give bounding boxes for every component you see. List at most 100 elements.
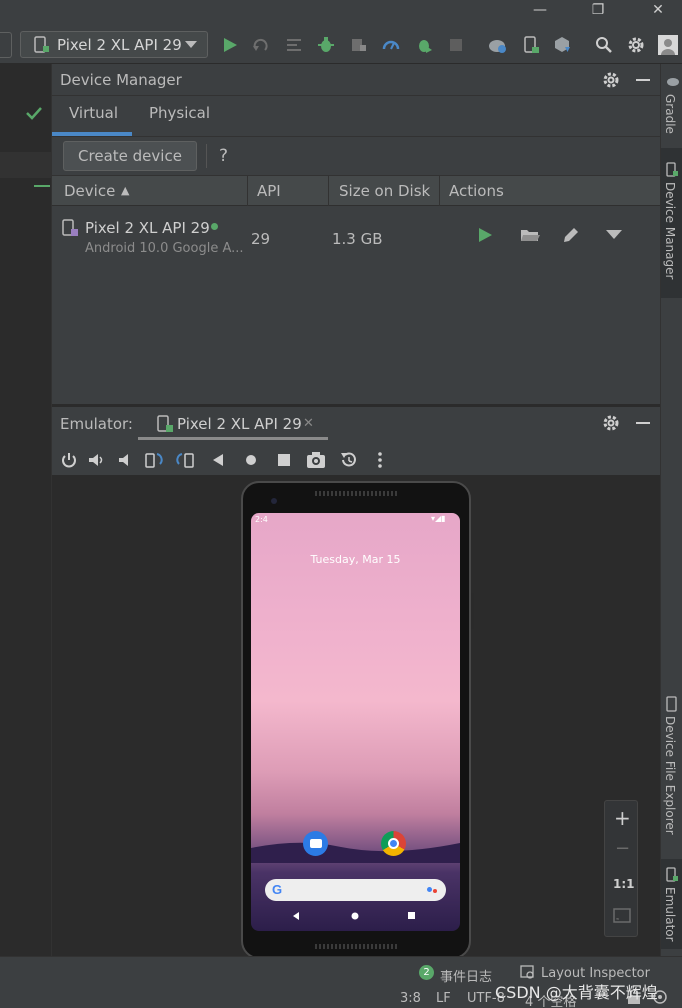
create-device-button[interactable]: Create device [63,141,197,171]
close-tab-icon[interactable]: ✕ [303,416,314,431]
phone-icon [666,162,678,177]
google-g-icon: G [272,882,283,897]
divider [52,136,660,137]
editor-gutter [0,64,52,956]
column-header-device[interactable]: Device [64,182,115,200]
assistant-icon [433,889,437,893]
sort-ascending-icon: ▲ [121,184,130,197]
front-camera [271,498,277,504]
zoom-controls: + − 1:1 [604,800,638,937]
nav-overview-icon[interactable] [407,911,417,921]
nav-back-icon[interactable] [291,911,301,921]
rotate-left-icon[interactable] [144,450,164,470]
chrome-app-icon[interactable] [381,831,406,856]
tool-window-emulator[interactable]: Emulator [663,887,677,942]
column-header-actions[interactable]: Actions [449,182,504,200]
chevron-down-icon [185,41,197,48]
snapshot-restore-icon[interactable] [339,450,359,470]
panel-title: Emulator: [60,415,133,433]
tab-virtual[interactable]: Virtual [69,104,118,122]
sync-gradle-button[interactable] [487,34,509,56]
main-toolbar: Pixel 2 XL API 29 [0,26,682,64]
tool-window-gradle[interactable]: Gradle [663,94,677,134]
stop-button[interactable] [445,34,467,56]
table-row[interactable]: Pixel 2 XL API 29 Android 10.0 Google A.… [52,207,660,267]
profile-icon [352,39,366,51]
sdk-manager-button[interactable] [551,34,573,56]
panel-title: Device Manager [60,71,182,89]
settings-button[interactable] [625,34,647,56]
profiler-button[interactable] [380,34,402,56]
debug-button[interactable] [315,34,337,56]
overview-icon[interactable] [277,453,291,467]
phone-icon [666,696,677,712]
volume-down-icon[interactable] [116,451,134,469]
profile-button[interactable] [348,34,370,56]
apply-code-changes-button[interactable] [283,34,305,56]
tool-window-device-manager[interactable]: Device Manager [663,182,677,279]
gear-icon[interactable] [602,71,620,89]
hide-panel-icon[interactable] [636,79,650,81]
device-selector[interactable]: Pixel 2 XL API 29 [20,31,208,58]
camera-icon[interactable] [306,451,326,469]
gear-icon[interactable] [602,414,620,432]
volume-up-icon[interactable] [87,451,105,469]
emulator-header: Emulator: Pixel 2 XL API 29 ✕ [52,407,660,441]
power-icon[interactable] [60,451,78,469]
home-icon[interactable] [244,453,258,467]
device-name: Pixel 2 XL API 29 [85,219,210,237]
avd-manager-button[interactable] [520,34,542,56]
folder-icon[interactable] [520,227,540,243]
zoom-out-button[interactable]: − [615,838,630,859]
launch-icon[interactable] [477,227,493,243]
debug-icon [318,37,334,52]
nav-home-icon[interactable] [350,911,360,921]
edit-pencil-icon[interactable] [562,226,580,244]
column-divider [247,176,248,206]
back-icon[interactable] [211,452,225,468]
gear-icon [628,37,644,53]
google-search-bar[interactable]: G [265,879,446,901]
account-button[interactable] [657,34,679,56]
chevron-down-icon[interactable] [606,230,622,240]
line-separator[interactable]: LF [436,991,451,1006]
phone-date: Tuesday, Mar 15 [310,553,401,566]
stop-icon [450,39,462,51]
more-options-icon[interactable] [376,451,384,469]
tool-window-device-file-explorer[interactable]: Device File Explorer [663,716,677,835]
event-log-button[interactable]: 事件日志 [440,966,492,985]
emulator-tab-label[interactable]: Pixel 2 XL API 29 [177,415,302,433]
sdk-box-icon [555,37,570,52]
assistant-icon [427,887,432,892]
device-manager-icon [524,36,539,53]
restore-button[interactable]: ❐ [578,0,618,22]
status-bar: 2 事件日志 Layout Inspector 3:8 LF UTF-8 4 个… [0,956,682,1008]
help-icon[interactable]: ? [219,146,228,166]
caret-position[interactable]: 3:8 [400,991,421,1006]
search-button[interactable] [593,34,615,56]
apply-changes-icon [253,38,268,51]
tab-physical[interactable]: Physical [149,104,210,122]
column-header-api[interactable]: API [257,182,281,200]
apply-changes-button[interactable] [250,34,272,56]
attach-debugger-button[interactable] [413,34,435,56]
device-manager-panel: Device Manager Virtual Physical Create d… [52,64,660,404]
zoom-in-button[interactable]: + [614,806,631,830]
close-button[interactable]: ✕ [638,0,678,22]
config-selector[interactable] [0,32,12,58]
checkmark-icon [26,107,42,120]
current-line-highlight [0,152,52,178]
phone-status-time: 2:4 [255,515,268,524]
emulator-toolbar [52,445,660,475]
minimize-button[interactable]: — [520,0,560,22]
zoom-actual-size-button[interactable]: 1:1 [613,877,635,891]
rotate-right-icon[interactable] [176,450,196,470]
run-button[interactable] [219,34,241,56]
hide-panel-icon[interactable] [636,422,650,424]
messages-app-icon[interactable] [303,831,328,856]
device-subtitle: Android 10.0 Google A... [85,241,244,256]
column-header-size[interactable]: Size on Disk [339,182,430,200]
device-screen[interactable]: 2:4 ▾◢▮ Tuesday, Mar 15 G [251,513,460,931]
fit-screen-icon[interactable] [613,908,631,924]
gauge-icon [382,40,400,50]
